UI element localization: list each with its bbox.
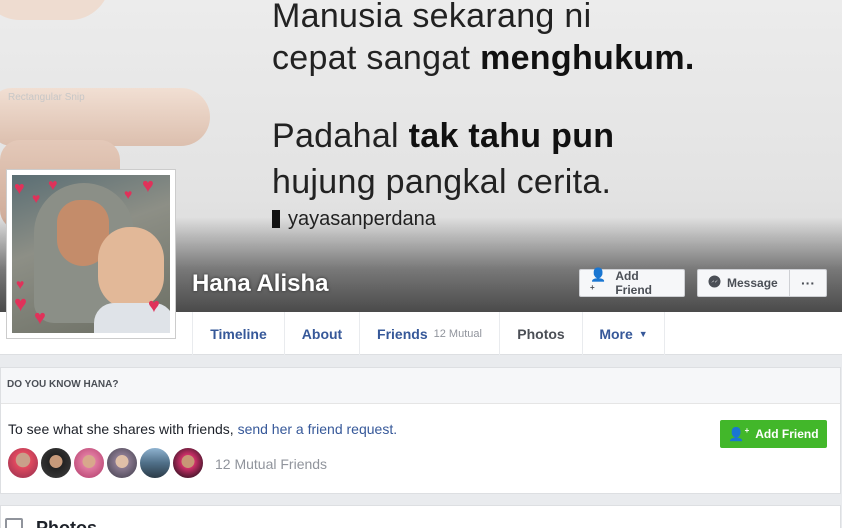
tab-photos[interactable]: Photos [499,312,582,355]
avatar[interactable] [73,447,105,479]
profile-picture[interactable]: ♥ ♥ ♥ ♥ ♥ ♥ ♥ ♥ ♥ [6,169,176,339]
avatar[interactable] [139,447,171,479]
tab-photos-label: Photos [517,325,565,342]
add-friend-icon: 👤+ [728,425,750,442]
profile-page: Rectangular Snip Manusia sekarang ni cep… [0,0,842,528]
cover-hand-top [0,0,110,20]
avatar[interactable] [172,447,204,479]
mutual-friends-avatars [7,447,205,479]
heart-icon: ♥ [124,186,133,202]
heart-icon: ♥ [16,276,25,292]
prompt-text: To see what she shares with friends, [8,421,238,437]
heart-icon: ♥ [14,291,28,316]
messenger-icon [708,275,721,291]
add-friend-card-button[interactable]: 👤+ Add Friend [720,420,827,448]
photos-icon [5,518,23,528]
heart-icon: ♥ [142,175,154,197]
tab-more-label: More [599,325,633,342]
tab-friends-mutual: 12 Mutual [433,327,482,340]
friend-request-prompt: To see what she shares with friends, sen… [8,421,397,437]
friend-request-link[interactable]: send her a friend request. [238,421,398,437]
quote-line-2-bold: menghukum. [480,39,695,77]
quote-line-1: Manusia sekarang ni [272,0,592,35]
snip-label: Rectangular Snip [8,92,85,103]
add-friend-label: Add Friend [615,269,652,297]
quote-line-3-plain: Padahal [272,117,409,155]
profile-photo: ♥ ♥ ♥ ♥ ♥ ♥ ♥ ♥ ♥ [12,175,170,333]
add-friend-icon: 👤+ [590,267,607,293]
tab-about[interactable]: About [284,312,359,355]
chevron-down-icon: ▼ [638,328,648,339]
card-heading: DO YOU KNOW HANA? [1,368,840,404]
quote-line-3-bold: tak tahu pun [408,117,615,155]
avatar[interactable] [40,447,72,479]
more-options-button[interactable]: ··· [789,269,827,297]
quote-line-3: Padahal tak tahu pun [272,116,614,156]
tab-about-label: About [301,325,343,342]
message-label: Message [727,276,778,290]
photos-section-title[interactable]: Photos [36,518,97,528]
quote-line-2-plain: cepat sangat [272,39,481,77]
photos-section-card [0,505,841,528]
avatar[interactable] [7,447,39,479]
mutual-friends-count[interactable]: 12 Mutual Friends [215,456,327,472]
message-button[interactable]: Message [697,269,790,297]
heart-icon: ♥ [48,177,58,194]
tab-timeline-label: Timeline [210,325,267,342]
heart-icon: ♥ [148,295,160,317]
tab-timeline[interactable]: Timeline [192,312,284,355]
tab-more[interactable]: More ▼ [582,312,665,355]
do-you-know-card: DO YOU KNOW HANA? To see what she shares… [0,367,841,494]
heart-icon: ♥ [14,178,25,198]
quote-line-4: hujung pangkal cerita. [272,163,612,201]
quote-line-2: cepat sangat menghukum. [272,38,695,78]
avatar[interactable] [106,447,138,479]
tab-friends-label: Friends [377,325,428,342]
profile-name[interactable]: Hana Alisha [192,270,329,298]
tab-friends[interactable]: Friends 12 Mutual [359,312,499,355]
heart-icon: ♥ [34,307,46,329]
add-friend-card-label: Add Friend [755,427,819,441]
heart-icon: ♥ [32,190,41,206]
add-friend-button[interactable]: 👤+ Add Friend [579,267,685,297]
